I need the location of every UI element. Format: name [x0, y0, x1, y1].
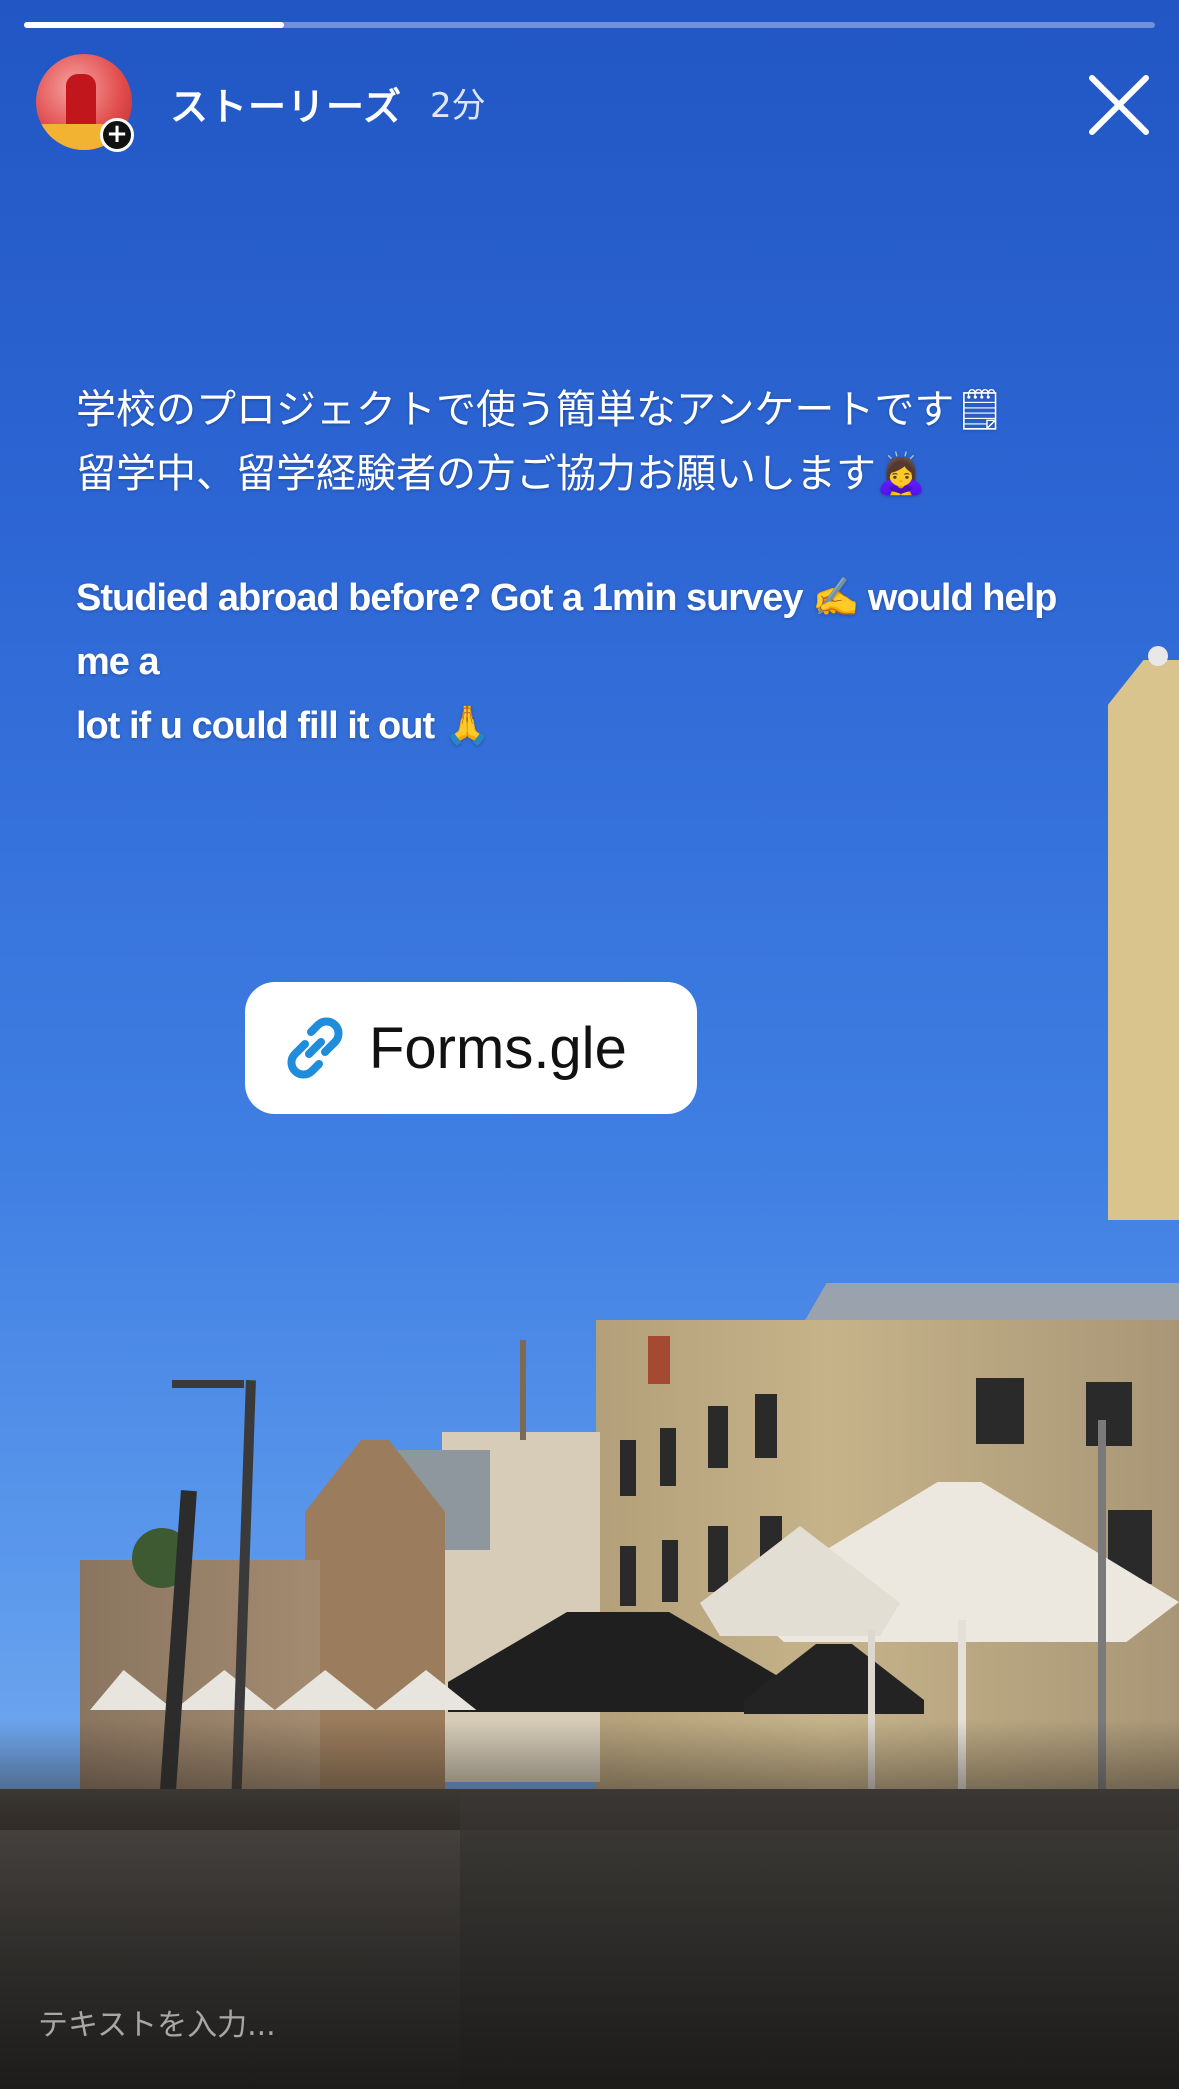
story-time: 2分 — [430, 86, 486, 126]
story-username[interactable]: ストーリーズ — [170, 76, 402, 131]
avatar-figure — [66, 74, 96, 130]
link-label: Forms.gle — [369, 1015, 627, 1081]
caption-ja-line1: 学校のプロジェクトで使う簡単なアンケートです🗒 — [76, 387, 1006, 433]
window — [755, 1394, 777, 1458]
window — [976, 1378, 1024, 1444]
caption-en-line1: Studied abroad before? Got a 1min survey… — [76, 577, 1057, 683]
building-right-edge — [1108, 660, 1179, 1220]
window — [708, 1406, 728, 1468]
story-progress-bar — [24, 22, 1155, 28]
story-progress-fill — [24, 22, 285, 28]
cafe-tables-chairs — [460, 1790, 1179, 2089]
plus-circle-icon[interactable]: + — [100, 118, 134, 152]
link-sticker[interactable]: Forms.gle — [245, 982, 697, 1114]
caption-en-line2: lot if u could fill it out 🙏 — [76, 705, 491, 747]
window — [620, 1440, 636, 1496]
link-icon — [287, 1017, 343, 1079]
caption-japanese: 学校のプロジェクトで使う簡単なアンケートです🗒 留学中、留学経験者の方ご協力お願… — [76, 378, 1116, 506]
caption-english: Studied abroad before? Got a 1min survey… — [76, 566, 1116, 758]
window — [708, 1526, 728, 1592]
close-icon — [1089, 75, 1149, 135]
close-button[interactable] — [1084, 70, 1154, 140]
lamp-right-edge — [1148, 646, 1168, 666]
window — [662, 1540, 678, 1602]
middle-building-spire — [520, 1340, 526, 1440]
window — [620, 1546, 636, 1606]
reply-input[interactable]: テキストを入力... — [38, 2000, 276, 2044]
chimney — [648, 1336, 670, 1384]
window — [1086, 1382, 1132, 1446]
street-lamp-arm — [172, 1380, 244, 1388]
caption-ja-line2: 留学中、留学経験者の方ご協力お願いします🙇‍♀️ — [76, 451, 926, 497]
window — [660, 1428, 676, 1486]
